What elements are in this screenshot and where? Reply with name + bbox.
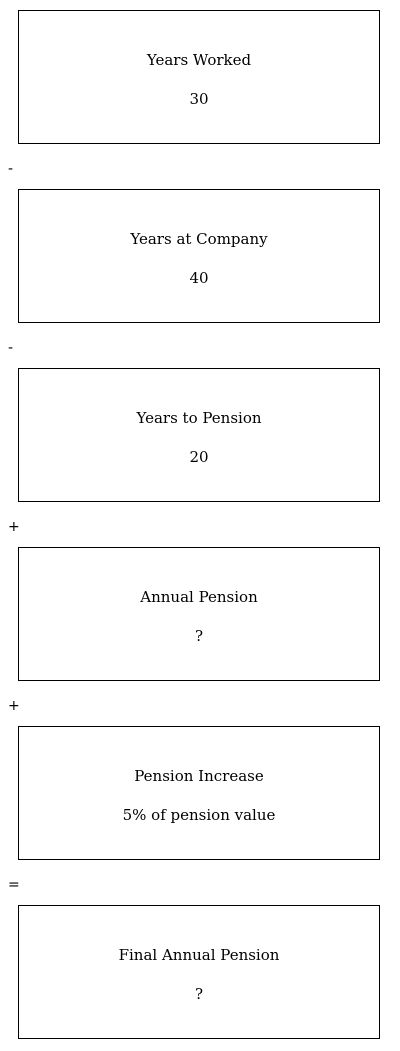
step-value: 20: [189, 448, 209, 466]
step-label: Pension Increase: [134, 767, 264, 785]
step-value: ?: [194, 627, 204, 645]
step-value: 30: [189, 90, 209, 108]
step-value: 5% of pension value: [122, 806, 276, 824]
step-label: Annual Pension: [140, 588, 258, 606]
step-label: Years at Company: [130, 230, 268, 248]
operator-minus: -: [8, 340, 14, 356]
step-box-years-to-pension: Years to Pension 20: [18, 368, 380, 502]
step-value: 40: [189, 269, 209, 287]
step-label: Years Worked: [146, 51, 252, 69]
step-label: Years to Pension: [136, 409, 262, 427]
step-box-years-at-company: Years at Company 40: [18, 189, 380, 323]
step-label: Final Annual Pension: [118, 946, 280, 964]
step-box-pension-increase: Pension Increase 5% of pension value: [18, 726, 380, 860]
step-box-years-worked: Years Worked 30: [18, 10, 380, 144]
step-value: ?: [194, 985, 204, 1003]
step-box-final-annual-pension: Final Annual Pension ?: [18, 905, 380, 1039]
step-box-annual-pension: Annual Pension ?: [18, 547, 380, 681]
operator-minus: -: [8, 161, 14, 177]
operator-plus: +: [8, 698, 20, 714]
operator-plus: +: [8, 519, 20, 535]
operator-equals: =: [8, 877, 20, 893]
